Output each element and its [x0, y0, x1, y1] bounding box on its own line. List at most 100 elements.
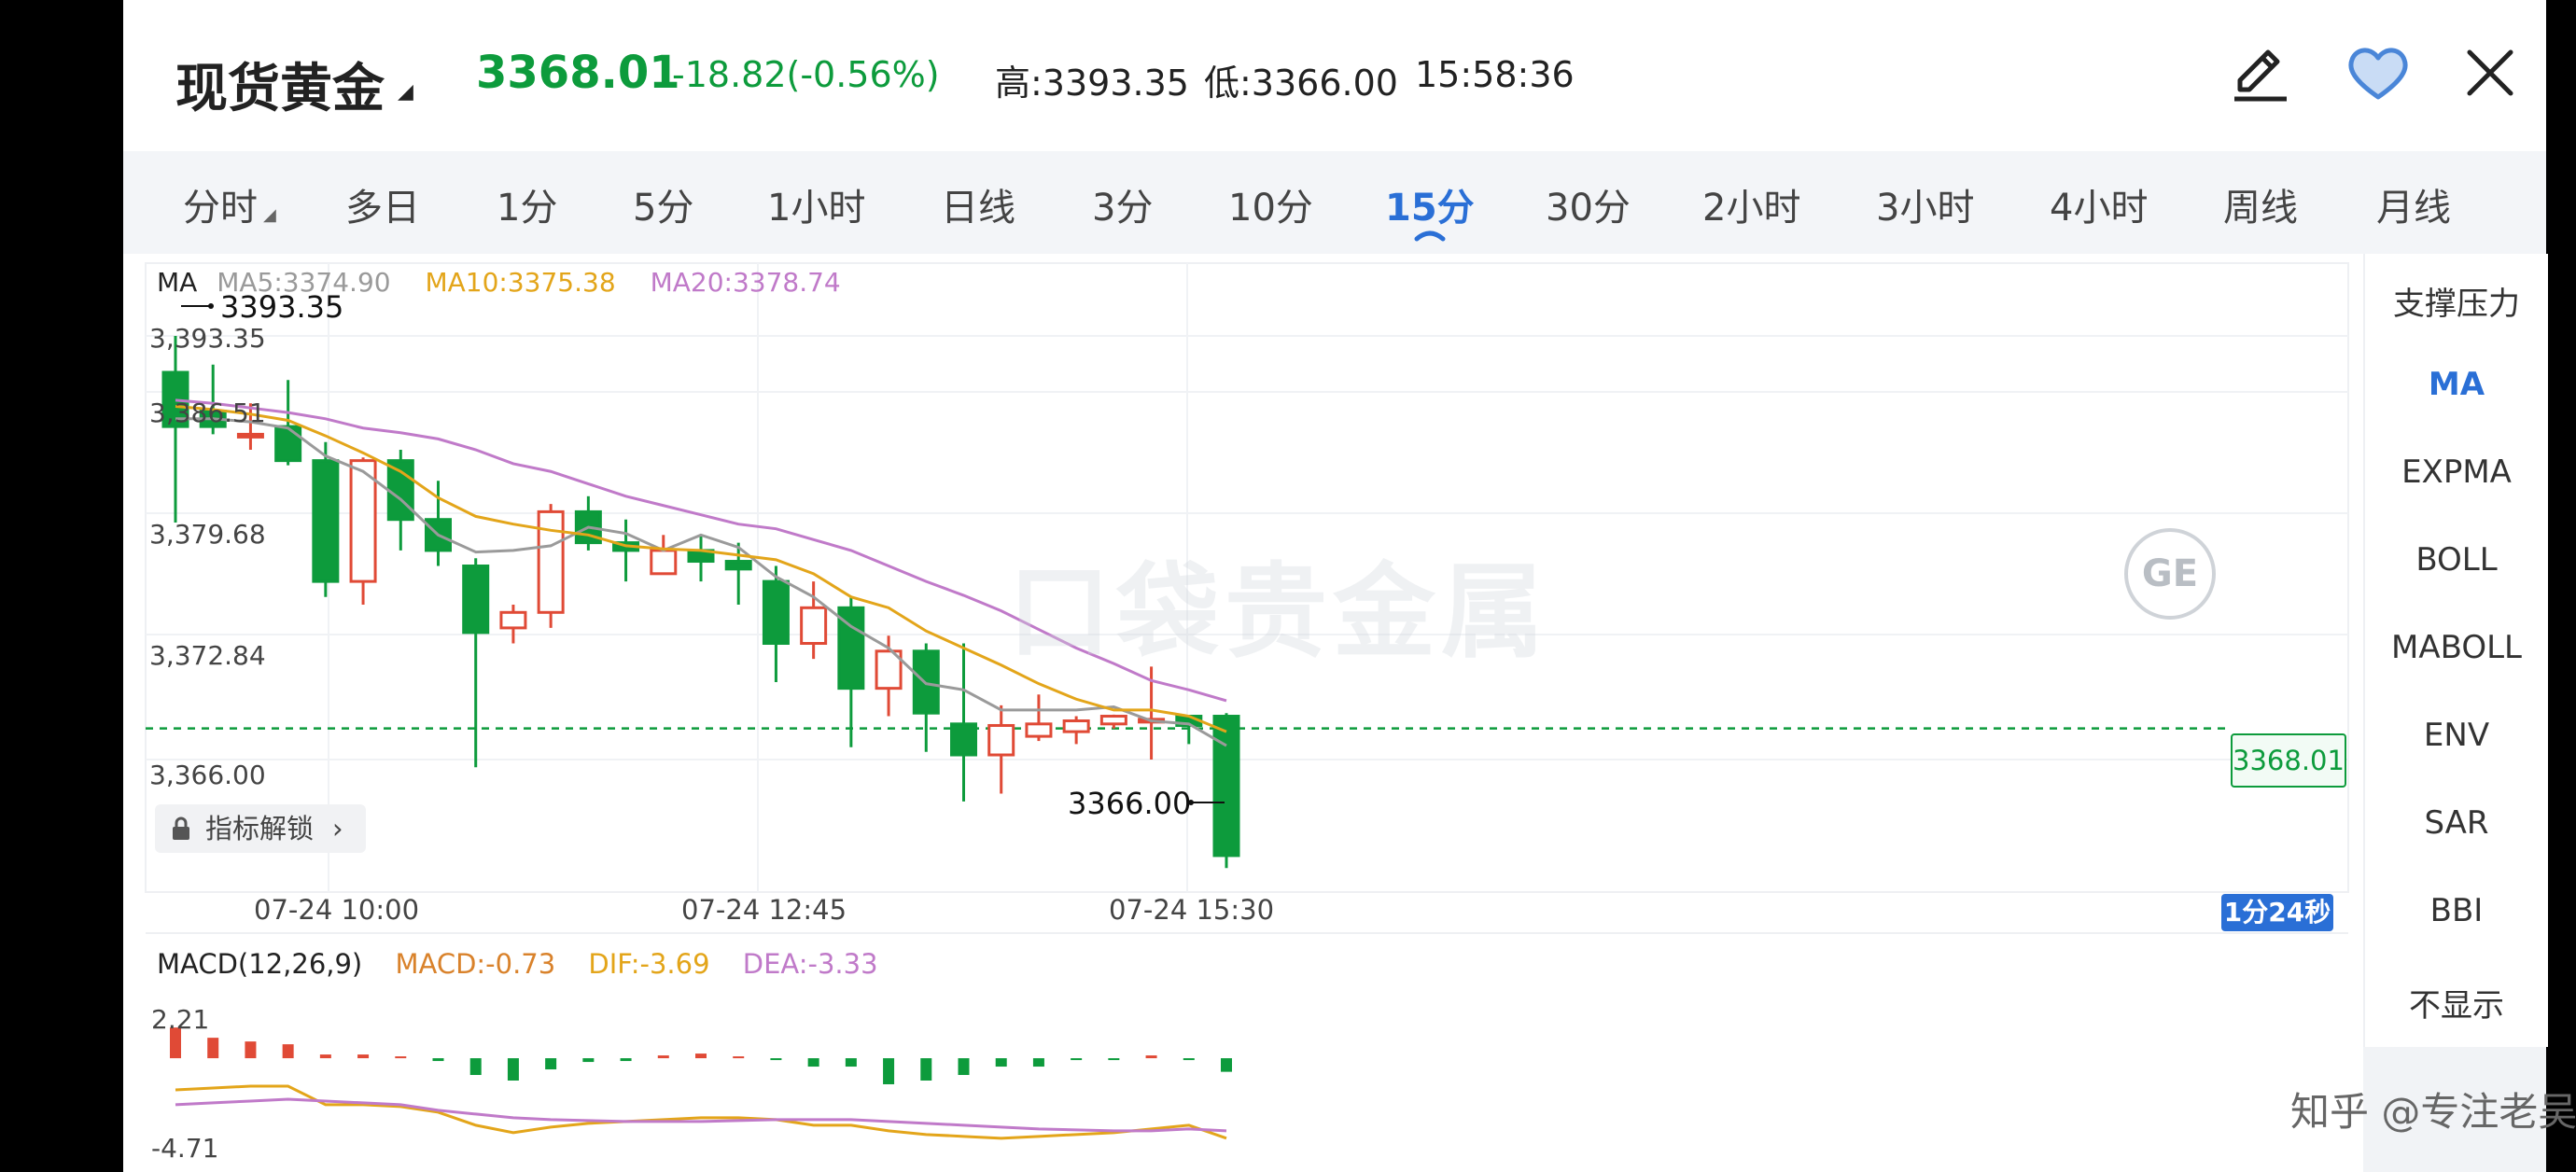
indicator-none[interactable]: 不显示	[2365, 980, 2548, 1026]
candle-body	[537, 509, 565, 614]
macd-bar	[282, 1044, 294, 1059]
macd-bar	[657, 1055, 669, 1059]
macd-legend: MACD(12,26,9) MACD:-0.73 DIF:-3.69 DEA:-…	[157, 948, 903, 980]
candle-body	[1099, 715, 1127, 726]
candle-body	[1062, 719, 1090, 733]
tab-1m[interactable]: 1分	[497, 177, 557, 231]
tab-monthly[interactable]: 月线	[2376, 177, 2451, 231]
indicator-maboll[interactable]: MABOLL	[2365, 629, 2548, 666]
macd-value: MACD:-0.73	[395, 948, 556, 980]
candle-body	[274, 425, 302, 463]
x-tick-label: 07-24 10:00	[254, 894, 420, 926]
tab-1h[interactable]: 1小时	[767, 177, 865, 231]
macd-bar	[1108, 1058, 1120, 1061]
tab-10m[interactable]: 10分	[1228, 177, 1313, 231]
chevron-right-icon: ›	[332, 813, 343, 844]
tab-30m[interactable]: 30分	[1546, 177, 1631, 231]
high-marker-dot	[208, 303, 214, 309]
dif-value: DIF:-3.69	[588, 948, 710, 980]
candle-body	[950, 722, 977, 757]
candle-body	[800, 606, 828, 646]
candle-body	[462, 565, 490, 635]
low-price: 低:3366.00	[1204, 63, 1398, 104]
low-marker-label: 3366.00	[1068, 786, 1192, 821]
tab-dropdown-icon: ◢	[263, 205, 276, 225]
tab-2h[interactable]: 2小时	[1702, 177, 1800, 231]
candle-body	[312, 459, 340, 583]
indicator-expma[interactable]: EXPMA	[2365, 453, 2548, 491]
x-tick-label: 07-24 12:45	[681, 894, 847, 926]
indicator-panel: 支撑压力 MA EXPMA BOLL MABOLL ENV SAR BBI 不显…	[2363, 254, 2548, 1047]
indicator-env[interactable]: ENV	[2365, 717, 2548, 754]
macd-bar	[1032, 1058, 1044, 1067]
macd-bar	[770, 1058, 782, 1061]
macd-y-top: 2.21	[151, 1004, 210, 1035]
macd-bar	[357, 1054, 370, 1059]
indicator-support-resistance[interactable]: 支撑压力	[2365, 278, 2548, 324]
ma-legend-label: MA	[157, 267, 198, 298]
chart-watermark: 口袋贵金属	[1008, 552, 1549, 672]
bar-countdown: 1分24秒	[2221, 894, 2333, 931]
ma20-value: MA20:3378.74	[650, 267, 841, 298]
dea-value: DEA:-3.33	[742, 948, 878, 980]
macd-bar	[1071, 1058, 1083, 1061]
tab-weekly[interactable]: 周线	[2223, 177, 2298, 231]
indicator-sar[interactable]: SAR	[2365, 804, 2548, 842]
macd-bar	[1183, 1058, 1195, 1061]
macd-bar	[620, 1058, 632, 1062]
y-tick-label: 3,372.84	[149, 640, 266, 671]
favorite-heart-icon[interactable]	[2345, 39, 2412, 106]
macd-bar	[920, 1058, 932, 1081]
active-tab-indicator	[1414, 230, 1446, 242]
tab-intraday[interactable]: 分时	[183, 177, 258, 231]
candle-body	[762, 579, 790, 646]
price-change: -18.82(-0.56%)	[672, 54, 940, 95]
candle-body	[987, 723, 1015, 757]
candle-body	[386, 459, 414, 522]
macd-bar	[1145, 1055, 1157, 1059]
tab-15m[interactable]: 15分	[1385, 177, 1475, 231]
tab-daily[interactable]: 日线	[941, 177, 1015, 231]
macd-bar	[883, 1058, 895, 1084]
candle-body	[650, 549, 678, 576]
tab-4h[interactable]: 4小时	[2050, 177, 2148, 231]
macd-y-bottom: -4.71	[151, 1133, 219, 1164]
macd-bar	[695, 1053, 707, 1059]
macd-bar	[432, 1058, 444, 1062]
macd-bar	[995, 1058, 1007, 1067]
y-tick-label: 3,379.68	[149, 519, 266, 550]
lock-icon	[173, 816, 189, 840]
tab-3h[interactable]: 3小时	[1876, 177, 1974, 231]
macd-bar	[395, 1056, 407, 1059]
macd-bar	[245, 1041, 257, 1059]
period-tabs: 分时 ◢ 多日 1分 5分 1小时 日线 3分 10分 15分 30分 2小时 …	[123, 151, 2546, 254]
macd-bar	[807, 1058, 819, 1067]
candle-body	[236, 432, 264, 439]
macd-bar	[545, 1058, 557, 1070]
candle-body	[1212, 715, 1240, 858]
close-icon[interactable]	[2457, 39, 2524, 106]
macd-bar	[845, 1058, 857, 1067]
kline-chart[interactable]	[123, 254, 2363, 1172]
instrument-title[interactable]: 现货黄金	[175, 47, 385, 122]
candle-body	[1025, 722, 1053, 738]
y-tick-label: 3,366.00	[149, 760, 266, 790]
title-dropdown-icon[interactable]: ◢	[398, 80, 413, 104]
x-tick-label: 07-24 15:30	[1109, 894, 1275, 926]
macd-label: MACD(12,26,9)	[157, 948, 363, 980]
ge-badge-icon[interactable]: GE	[2124, 528, 2216, 620]
macd-bar	[319, 1054, 331, 1059]
macd-bar	[207, 1038, 219, 1059]
macd-bar	[507, 1058, 519, 1081]
edit-icon[interactable]	[2227, 39, 2294, 106]
header: 现货黄金 ◢ 3368.01 -18.82(-0.56%) 高:3393.35 …	[123, 0, 2546, 151]
indicator-unlock-button[interactable]: 指标解锁 ›	[155, 804, 366, 853]
indicator-boll[interactable]: BOLL	[2365, 541, 2548, 579]
right-black-bar	[2546, 0, 2576, 1172]
tab-3m[interactable]: 3分	[1092, 177, 1153, 231]
macd-bar	[469, 1058, 482, 1076]
indicator-ma[interactable]: MA	[2365, 366, 2548, 403]
tab-5m[interactable]: 5分	[633, 177, 693, 231]
tab-multiday[interactable]: 多日	[345, 177, 420, 231]
indicator-bbi[interactable]: BBI	[2365, 892, 2548, 929]
